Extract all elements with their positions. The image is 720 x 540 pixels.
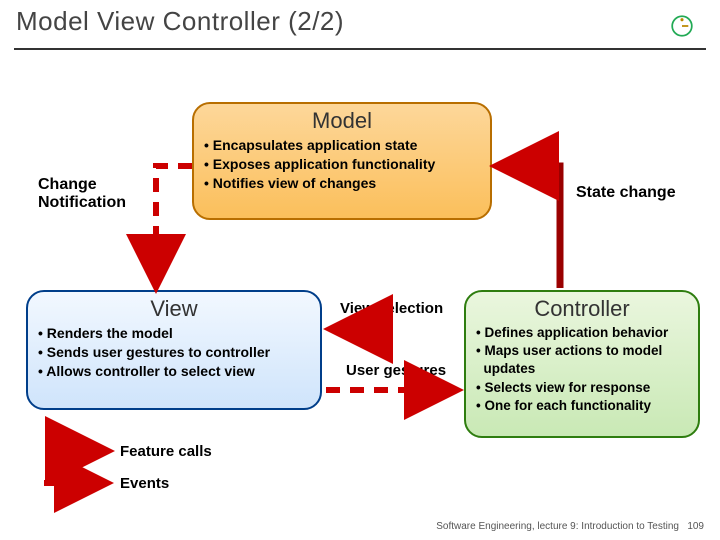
arrow-state-change [496,166,560,288]
arrow-change-notification [156,166,192,288]
page-number: 109 [687,521,704,532]
arrows-layer [0,0,720,540]
legend-events: Events [120,475,169,492]
footer-text: Software Engineering, lecture 9: Introdu… [436,521,679,532]
footer: Software Engineering, lecture 9: Introdu… [436,521,704,532]
legend-feature-calls: Feature calls [120,443,212,460]
